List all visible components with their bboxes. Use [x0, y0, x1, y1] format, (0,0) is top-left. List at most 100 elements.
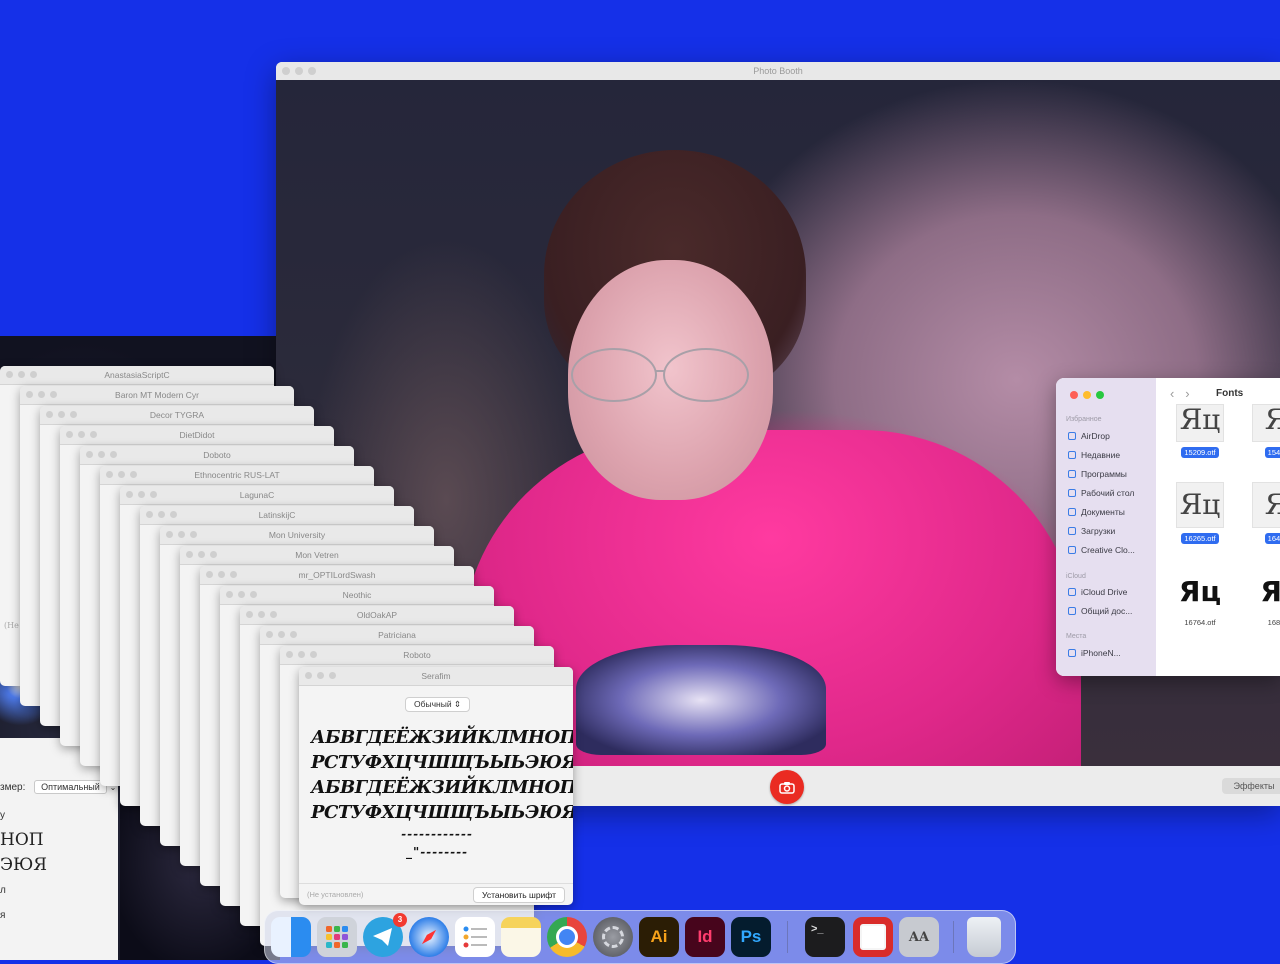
photo-strip-glyph	[860, 924, 886, 950]
phone-icon	[1068, 649, 1076, 657]
title-bar: AnastasiaScriptC	[0, 366, 274, 385]
file-name: 16265.otf	[1181, 533, 1219, 544]
window-controls[interactable]	[305, 672, 336, 679]
window-controls[interactable]	[206, 571, 237, 578]
title-bar: LagunaC	[120, 486, 394, 505]
window-title: Serafim	[421, 671, 451, 681]
trash-icon[interactable]	[967, 917, 1001, 957]
window-controls[interactable]	[106, 471, 137, 478]
illustrator-icon[interactable]: Ai	[639, 917, 679, 957]
window-controls[interactable]	[226, 591, 257, 598]
window-title: Neothic	[342, 590, 372, 600]
file-item[interactable]: Яı 1686	[1252, 570, 1280, 627]
notification-badge: 3	[393, 913, 407, 927]
window-controls[interactable]	[66, 431, 97, 438]
sidebar-item-shared[interactable]: Общий дос...	[1068, 606, 1132, 616]
shared-folder-icon	[1068, 607, 1076, 615]
window-controls[interactable]	[26, 391, 57, 398]
chrome-icon[interactable]	[547, 917, 587, 957]
size-label: змер:	[0, 782, 26, 793]
telegram-icon[interactable]: 3	[363, 913, 407, 957]
chevron-left-icon[interactable]: ‹	[1170, 386, 1174, 401]
title-bar: Baron MT Modern Cyr	[20, 386, 294, 405]
title-bar: Doboto	[80, 446, 354, 465]
sidebar-item-iphone[interactable]: iPhoneN...	[1068, 648, 1121, 658]
gear-glyph	[602, 926, 624, 948]
app-grid-glyph	[326, 926, 348, 948]
window-controls[interactable]	[246, 611, 277, 618]
file-item[interactable]: Яц 16265.otf	[1176, 482, 1224, 546]
font-book-icon[interactable]: AA	[899, 917, 939, 957]
sidebar-item-airdrop[interactable]: AirDrop	[1068, 431, 1110, 441]
sidebar-item-applications[interactable]: Программы	[1068, 469, 1127, 479]
window-controls[interactable]	[186, 551, 217, 558]
title-bar: Decor TYGRA	[40, 406, 314, 425]
effects-button[interactable]: Эффекты	[1222, 778, 1280, 794]
file-item[interactable]: Я 1546	[1252, 404, 1280, 460]
file-item[interactable]: Яц 15209.otf	[1176, 404, 1224, 460]
system-settings-icon[interactable]	[593, 917, 633, 957]
file-item[interactable]: Яц 16764.otf	[1176, 570, 1224, 627]
indesign-icon[interactable]: Id	[685, 917, 725, 957]
finder-icon[interactable]	[271, 917, 311, 957]
install-font-button[interactable]: Установить шрифт	[473, 887, 565, 903]
shutter-button[interactable]	[770, 770, 804, 804]
safari-icon[interactable]	[409, 917, 449, 957]
window-controls[interactable]	[1070, 391, 1104, 399]
photoshop-icon[interactable]: Ps	[731, 917, 771, 957]
dock: 3 Ai Id Ps >_ AA	[264, 910, 1016, 964]
sidebar-item-icloud-drive[interactable]: iCloud Drive	[1068, 587, 1127, 597]
chevron-right-icon[interactable]: ›	[1185, 386, 1189, 401]
size-select[interactable]: Оптимальный	[34, 780, 107, 794]
sidebar-item-downloads[interactable]: Загрузки	[1068, 526, 1115, 536]
window-controls[interactable]	[166, 531, 197, 538]
notes-icon[interactable]	[501, 917, 541, 957]
window-title: DietDidot	[179, 430, 215, 440]
window-title: mr_OPTILordSwash	[298, 570, 376, 580]
window-controls[interactable]	[126, 491, 157, 498]
sample-line: РСТУФХЦЧШЩЪЫЬЭЮЯ	[311, 802, 573, 823]
photo-booth-icon[interactable]	[853, 917, 893, 957]
window-controls[interactable]	[282, 67, 316, 75]
window-title: Baron MT Modern Cyr	[115, 390, 199, 400]
reminders-icon[interactable]	[455, 917, 495, 957]
file-name: 1641	[1264, 533, 1280, 544]
window-controls[interactable]	[286, 651, 317, 658]
sample-line: ЭЮЯ	[0, 855, 48, 875]
window-controls[interactable]	[46, 411, 77, 418]
sidebar-item-documents[interactable]: Документы	[1068, 507, 1125, 517]
sample-line: л	[0, 885, 6, 896]
window-controls[interactable]	[146, 511, 177, 518]
font-thumbnail: Я	[1252, 482, 1280, 528]
chevron-updown-icon: ⇕	[453, 699, 462, 709]
font-thumbnail: Яц	[1176, 404, 1224, 442]
launchpad-icon[interactable]	[317, 917, 357, 957]
title-bar: Ethnocentric RUS-LAT	[100, 466, 374, 485]
font-sample: АБВГДЕЁЖЗИЙКЛМНОП РСТУФХЦЧШЩЪЫЬЭЮЯ АБВГД…	[311, 725, 573, 861]
shirt-graphic	[576, 645, 826, 755]
font-thumbnail: Яı	[1260, 575, 1280, 608]
sample-line: АБВГДЕЁЖЗИЙКЛМНОП	[311, 777, 573, 798]
font-preview-window-front[interactable]: Serafim Обычный ⇕ АБВГДЕЁЖЗИЙКЛМНОП РСТУ…	[299, 667, 573, 905]
glasses-shape	[571, 348, 749, 402]
window-controls[interactable]	[266, 631, 297, 638]
window-controls[interactable]	[6, 371, 37, 378]
sidebar-item-creative-cloud[interactable]: Creative Clo...	[1068, 545, 1135, 555]
window-controls[interactable]	[86, 451, 117, 458]
window-title: Ethnocentric RUS-LAT	[194, 470, 280, 480]
window-title: Patriciana	[378, 630, 416, 640]
terminal-icon[interactable]: >_	[805, 917, 845, 957]
sample-line: ------------	[401, 827, 473, 841]
chrome-center	[556, 926, 578, 948]
file-name: 1546	[1264, 447, 1280, 458]
file-item[interactable]: Я 1641	[1252, 482, 1280, 546]
sidebar-item-desktop[interactable]: Рабочий стол	[1068, 488, 1134, 498]
title-bar: Roboto	[280, 646, 554, 665]
window-title: Roboto	[403, 650, 431, 660]
font-style-select[interactable]: Обычный ⇕	[405, 697, 471, 712]
sample-line: НОП	[0, 830, 44, 850]
window-footer: (Не установлен) Установить шрифт	[299, 883, 573, 905]
window-title: LagunaC	[239, 490, 275, 500]
sidebar-item-recents[interactable]: Недавние	[1068, 450, 1120, 460]
cloud-icon	[1068, 588, 1076, 596]
